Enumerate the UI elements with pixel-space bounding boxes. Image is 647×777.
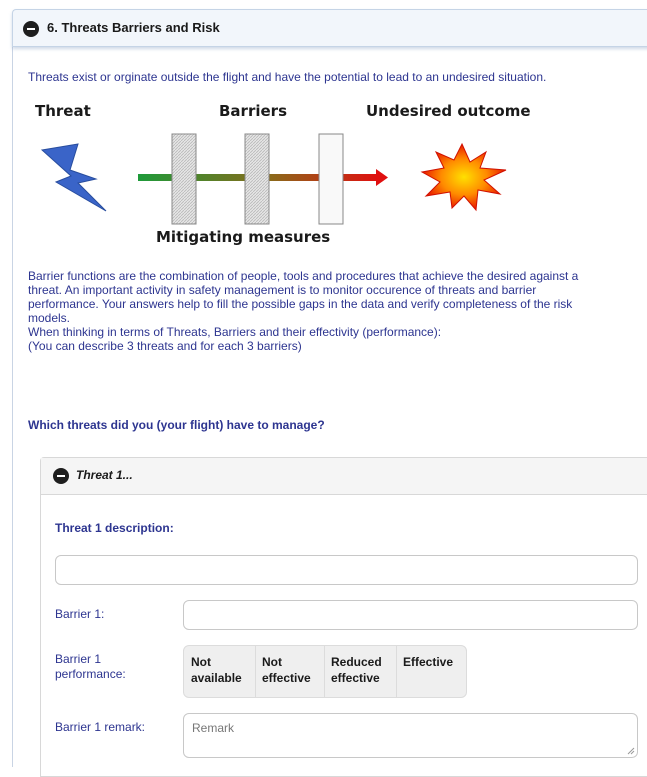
diagram-measures-label: Mitigating measures [156, 228, 330, 246]
section-header[interactable]: 6. Threats Barriers and Risk [12, 9, 647, 47]
resize-grip-icon[interactable] [627, 747, 635, 755]
diagram-threat-label: Threat [35, 102, 91, 120]
option-line: Not [191, 655, 211, 669]
paragraph-line: When thinking in terms of Threats, Barri… [28, 325, 442, 339]
paragraph-line: Barrier functions are the combination of… [28, 269, 579, 283]
label-line: performance: [55, 667, 126, 681]
option-line: Effective [403, 655, 454, 669]
section-title: 6. Threats Barriers and Risk [47, 20, 220, 35]
barrier-block-2 [244, 133, 270, 225]
remark-placeholder: Remark [192, 721, 235, 735]
option-line: effective [262, 671, 311, 685]
barrier-1-label: Barrier 1: [55, 607, 105, 621]
performance-option-reduced-effective[interactable]: Reduced effective [331, 654, 382, 686]
diagram-barriers-label: Barriers [219, 102, 287, 120]
performance-option-not-available[interactable]: Not available [191, 654, 242, 686]
barrier-block-1 [171, 133, 197, 225]
barrier-explanation: Barrier functions are the combination of… [28, 269, 647, 353]
threat-barrier-diagram: Threat Barriers Undesired outcome Mitiga… [35, 102, 531, 246]
paragraph-line: models. [28, 311, 71, 325]
threat-1-description-label: Threat 1 description: [55, 521, 174, 535]
option-line: Reduced [331, 655, 382, 669]
barrier-1-remark-textarea[interactable]: Remark [183, 713, 638, 758]
section-left-rule [12, 40, 13, 767]
performance-option-not-effective[interactable]: Not effective [262, 654, 311, 686]
barrier-1-input[interactable] [183, 600, 638, 630]
arrow-head [376, 169, 388, 186]
lightning-icon [40, 143, 107, 212]
barrier-1-performance-options: Not available Not effective Reduced effe… [183, 645, 467, 698]
explosion-icon [420, 142, 507, 212]
performance-option-effective[interactable]: Effective [403, 654, 453, 670]
intro-text: Threats exist or orginate outside the fl… [28, 70, 547, 84]
paragraph-line: threat. An important activity in safety … [28, 283, 537, 297]
threat-1-description-input[interactable] [55, 555, 638, 585]
label-line: Barrier 1 [55, 652, 102, 666]
option-line: Not [262, 655, 282, 669]
barrier-1-performance-label: Barrier 1 performance: [55, 652, 126, 682]
minus-circle-icon[interactable] [53, 468, 69, 484]
threat-1-title: Threat 1... [76, 468, 133, 482]
option-line: available [191, 671, 242, 685]
threats-question: Which threats did you (your flight) have… [28, 418, 325, 432]
minus-circle-icon[interactable] [23, 21, 39, 37]
barrier-1-remark-label: Barrier 1 remark: [55, 720, 146, 734]
diagram-outcome-label: Undesired outcome [366, 102, 531, 120]
paragraph-line: (You can describe 3 threats and for each… [28, 339, 302, 353]
paragraph-line: performance. Your answers help to fill t… [28, 297, 573, 311]
option-line: effective [331, 671, 380, 685]
barrier-block-3 [318, 133, 344, 225]
threat-1-header[interactable]: Threat 1... [41, 458, 647, 495]
